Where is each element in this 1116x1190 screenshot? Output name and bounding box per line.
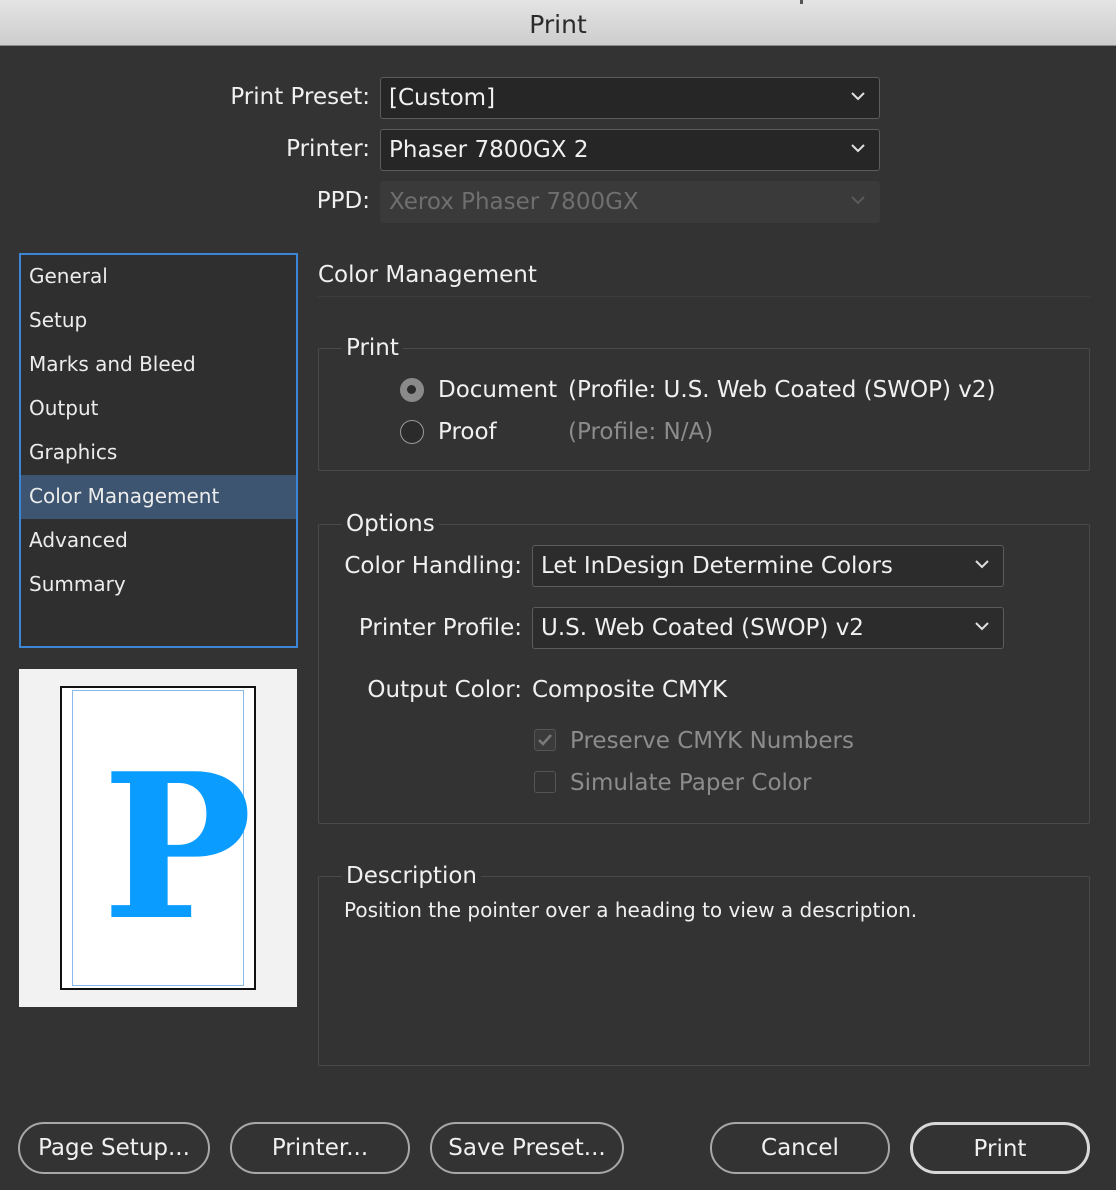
sidebar-item-color-management[interactable]: Color Management: [21, 475, 296, 519]
printer-label: Printer:: [286, 136, 370, 162]
section-divider: [318, 296, 1090, 297]
sidebar-item-summary[interactable]: Summary: [21, 563, 296, 607]
print-preset-select[interactable]: [Custom]: [380, 77, 880, 119]
preserve-cmyk-checkbox[interactable]: [534, 729, 556, 751]
chevron-down-icon: [973, 616, 991, 636]
printer-select[interactable]: Phaser 7800GX 2: [380, 129, 880, 171]
document-radio[interactable]: [400, 378, 424, 402]
print-button[interactable]: Print: [910, 1122, 1090, 1174]
preserve-cmyk-label[interactable]: Preserve CMYK Numbers: [570, 728, 854, 754]
checkmark-icon: [538, 734, 552, 746]
ppd-label: PPD:: [316, 188, 370, 214]
printer-profile-value: U.S. Web Coated (SWOP) v2: [541, 615, 864, 641]
chevron-down-icon: [849, 86, 867, 106]
color-handling-value: Let InDesign Determine Colors: [541, 553, 893, 579]
save-preset-button[interactable]: Save Preset...: [430, 1122, 624, 1174]
sidebar-item-marks-and-bleed[interactable]: Marks and Bleed: [21, 343, 296, 387]
cancel-button[interactable]: Cancel: [710, 1122, 890, 1174]
window-title: Print: [529, 10, 587, 39]
document-radio-label[interactable]: Document: [438, 377, 557, 403]
color-handling-label: Color Handling:: [344, 553, 522, 579]
simulate-paper-label[interactable]: Simulate Paper Color: [570, 770, 811, 796]
chevron-down-icon: [973, 554, 991, 574]
printer-profile-label: Printer Profile:: [358, 615, 522, 641]
sidebar-item-general[interactable]: General: [21, 255, 296, 299]
ppd-select: Xerox Phaser 7800GX: [380, 181, 880, 223]
print-preset-label: Print Preset:: [230, 84, 370, 110]
title-bar: Print: [0, 0, 1116, 46]
sidebar-item-setup[interactable]: Setup: [21, 299, 296, 343]
description-text: Position the pointer over a heading to v…: [344, 898, 918, 922]
printer-profile-select[interactable]: U.S. Web Coated (SWOP) v2: [532, 607, 1004, 649]
output-color-value: Composite CMYK: [532, 677, 728, 703]
sidebar-item-advanced[interactable]: Advanced: [21, 519, 296, 563]
output-color-label: Output Color:: [367, 677, 522, 703]
preview-glyph: P: [102, 730, 253, 965]
color-handling-select[interactable]: Let InDesign Determine Colors: [532, 545, 1004, 587]
ppd-value: Xerox Phaser 7800GX: [389, 189, 639, 215]
sidebar-item-graphics[interactable]: Graphics: [21, 431, 296, 475]
print-preset-value: [Custom]: [389, 85, 496, 111]
title-bar-mark: [800, 0, 803, 4]
section-title: Color Management: [318, 262, 537, 288]
chevron-down-icon: [849, 138, 867, 158]
preview-page: P: [60, 686, 256, 990]
printer-button[interactable]: Printer...: [230, 1122, 410, 1174]
printer-value: Phaser 7800GX 2: [389, 137, 589, 163]
print-group-title: Print: [342, 335, 403, 361]
page-preview: P: [19, 669, 297, 1007]
proof-profile: (Profile: N/A): [568, 419, 714, 445]
document-profile: (Profile: U.S. Web Coated (SWOP) v2): [568, 377, 996, 403]
chevron-down-icon: [849, 190, 867, 210]
proof-radio-label[interactable]: Proof: [438, 419, 497, 445]
sidebar-item-output[interactable]: Output: [21, 387, 296, 431]
category-list: General Setup Marks and Bleed Output Gra…: [19, 253, 298, 648]
print-group: [318, 348, 1090, 471]
page-setup-button[interactable]: Page Setup...: [18, 1122, 210, 1174]
proof-radio[interactable]: [400, 420, 424, 444]
options-group-title: Options: [342, 511, 439, 537]
description-title: Description: [342, 863, 481, 889]
simulate-paper-checkbox[interactable]: [534, 771, 556, 793]
